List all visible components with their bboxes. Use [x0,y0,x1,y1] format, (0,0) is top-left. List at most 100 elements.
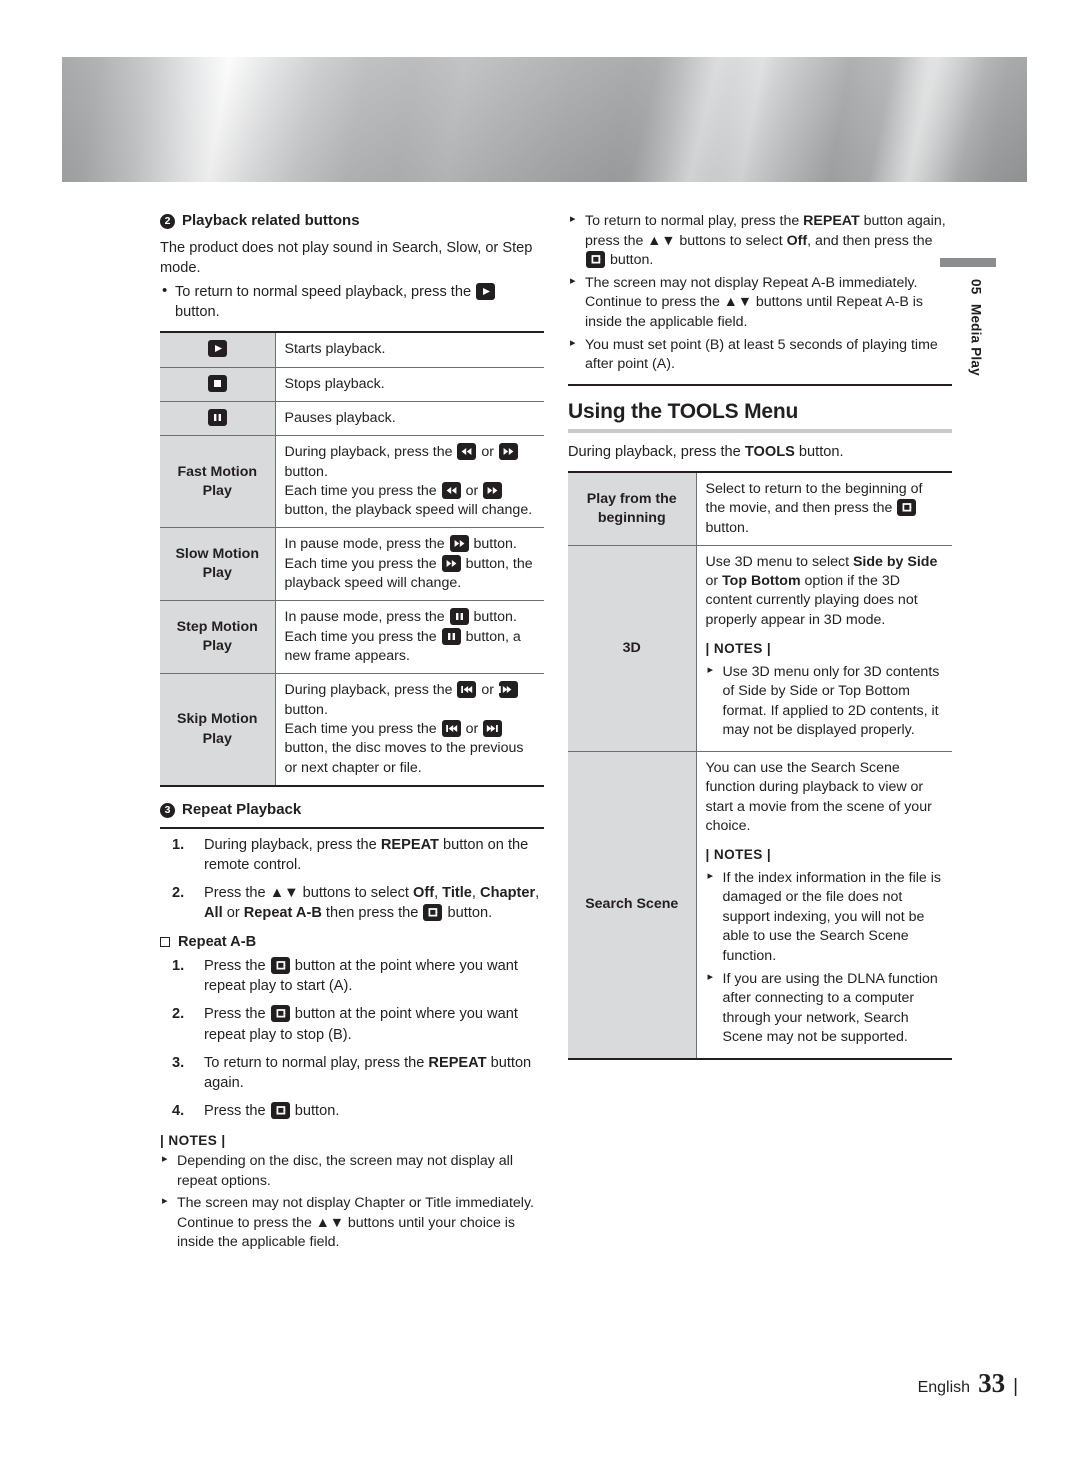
list-item: Press the button. [160,1101,544,1121]
list-item: The screen may not display Repeat A-B im… [568,274,952,333]
text: button. [284,463,328,480]
right-column: To return to normal play, press the REPE… [568,212,952,1060]
section-3-rule [160,826,544,829]
row-key-3d: 3D [568,545,697,752]
row-value-line1: During playback, press the or button. [285,443,536,482]
table-row: Fast Motion Play During playback, press … [160,435,544,529]
section-3-marker-icon: 3 [160,802,175,818]
text: During playback, press the [568,443,745,460]
list-item: During playback, press the REPEAT button… [160,835,544,875]
repeat-ab-subheading-text: Repeat A-B [178,934,257,951]
section-2-bullet-list: To return to normal speed playback, pres… [160,281,544,322]
text: button. [284,701,328,718]
text: During playback, press the [204,836,381,853]
text: or [477,444,498,461]
rewind-icon [441,481,461,499]
table-row: Slow Motion Play In pause mode, press th… [160,527,544,602]
text: , [535,884,540,901]
text: During playback, press the [284,682,457,699]
3d-notes-list: Use 3D menu only for 3D contents of Side… [706,663,944,741]
text: button. [469,609,517,626]
text: Use 3D menu to select [705,553,853,570]
section-2-heading-text: Playback related buttons [182,212,360,229]
chapter-side-tab: 05 Media Play [939,258,996,377]
enter-icon [270,1101,290,1119]
tools-intro: During playback, press the TOOLS button. [568,442,952,462]
row-value-line2: Each time you press the button, a new fr… [285,627,536,667]
text-bold: TOOLS [744,443,795,460]
list-item: Press the ▲▼ buttons to select Off, Titl… [160,883,544,923]
table-row: Step Motion Play In pause mode, press th… [160,600,544,675]
repeat-playback-steps: During playback, press the REPEAT button… [160,835,544,924]
text: , and then press the [807,232,933,249]
text: or [222,905,244,921]
text: button. [469,536,517,553]
text-bold: REPEAT [380,836,439,853]
fast-forward-icon [441,554,461,572]
text: To return to normal play, press the [204,1054,429,1071]
pause-icon [449,608,469,626]
text: Each time you press the [284,555,441,572]
search-scene-notes-list: If the index information in the file is … [706,869,944,1048]
text-bold: REPEAT [428,1054,487,1071]
enter-icon [423,904,443,921]
row-value-text: Use 3D menu to select Side by Side or To… [706,553,944,630]
bullet-post-text: button. [175,304,220,321]
row-key-stop [160,367,276,402]
text: or [477,682,498,699]
section-3-heading-text: Repeat Playback [182,800,302,818]
row-value: Stops playback. [275,367,544,402]
text: button. [443,905,493,921]
list-item: Press the button at the point where you … [160,1004,544,1044]
text-bold: Repeat A-B [243,905,322,921]
row-key-skip-motion-play: Skip Motion Play [160,673,276,786]
table-row: Pauses playback. [160,401,544,437]
row-key-step-motion-play: Step Motion Play [160,600,276,675]
row-value: You can use the Search Scene function du… [696,751,952,1059]
row-key-play [160,332,276,368]
text-bold: Top Bottom [722,573,801,590]
rewind-icon [457,443,477,461]
row-key-fast-motion-play: Fast Motion Play [160,435,276,529]
table-row: Search Scene You can use the Search Scen… [568,751,952,1059]
list-item: The screen may not display Chapter or Ti… [160,1194,544,1253]
list-item: Use 3D menu only for 3D contents of Side… [706,663,944,741]
section-heading-rule [568,428,952,433]
table-row: 3D Use 3D menu to select Side by Side or… [568,545,952,752]
text-bold: Chapter [480,884,536,901]
text: Press the [204,1102,270,1119]
play-icon [207,340,227,358]
text: button. [290,1102,340,1119]
text: Press the [204,884,270,901]
fast-forward-icon [483,481,503,499]
playback-buttons-table: Starts playback. Stops playback. Pauses … [160,331,544,787]
fast-forward-icon [498,443,518,461]
text: button, the playback speed will change. [284,502,533,519]
row-value-line1: In pause mode, press the button. [285,535,536,554]
skip-next-icon [483,719,503,737]
left-notes-list: Depending on the disc, the screen may no… [160,1152,544,1253]
enter-icon [586,251,605,269]
list-item: Depending on the disc, the screen may no… [160,1152,544,1191]
enter-icon [897,499,917,517]
pause-icon [441,627,461,645]
text: During playback, press the [284,444,457,461]
row-value-text: Select to return to the beginning of the… [706,480,944,538]
left-column: 2 Playback related buttons The product d… [160,212,544,1256]
section-2-heading: 2 Playback related buttons [160,212,544,231]
text: To return to normal play, press the [585,213,804,229]
side-tab-label: Media Play [968,304,984,377]
list-item: To return to normal play, press the REPE… [160,1053,544,1093]
text: or [461,720,483,737]
updown-arrows-icon: ▲▼ [269,884,299,901]
list-item: Press the button at the point where you … [160,956,544,996]
page-title: Using the TOOLS Menu [568,399,799,423]
play-icon [476,283,496,300]
row-value-line2: Each time you press the or button, the d… [285,719,536,778]
page-footer: English 33 | [918,1368,1018,1399]
stop-icon [207,374,227,392]
section-2-marker-icon: 2 [160,214,175,229]
row-value: Use 3D menu to select Side by Side or To… [696,545,952,752]
text: , [471,884,481,901]
text: Each time you press the [284,482,441,499]
